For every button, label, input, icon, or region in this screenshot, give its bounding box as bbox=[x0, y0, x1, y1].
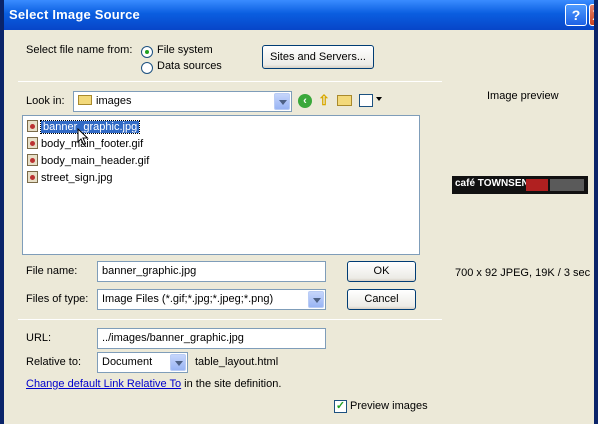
cancel-button[interactable]: Cancel bbox=[347, 289, 416, 310]
new-folder-icon[interactable] bbox=[337, 95, 352, 106]
select-image-source-dialog: Select Image Source ? X Select file name… bbox=[0, 0, 598, 424]
banner-preview-image: café TOWNSEND bbox=[452, 176, 588, 194]
image-file-icon bbox=[27, 137, 38, 149]
view-menu-icon[interactable] bbox=[359, 94, 373, 107]
url-input[interactable]: ../images/banner_graphic.jpg bbox=[97, 328, 326, 349]
image-file-icon bbox=[27, 171, 38, 183]
look-in-dropdown-arrow[interactable] bbox=[274, 93, 290, 110]
banner-logo-text: café TOWNSEND bbox=[455, 178, 536, 189]
change-default-link[interactable]: Change default Link Relative To bbox=[26, 378, 181, 390]
file-system-label[interactable]: File system bbox=[157, 44, 213, 56]
ok-button[interactable]: OK bbox=[347, 261, 416, 282]
view-menu-arrow-icon[interactable] bbox=[376, 97, 382, 101]
back-icon[interactable]: ‹ bbox=[298, 94, 312, 108]
files-of-type-label: Files of type: bbox=[26, 293, 89, 305]
separator-bottom bbox=[18, 319, 442, 320]
look-in-label: Look in: bbox=[26, 95, 65, 107]
data-sources-label[interactable]: Data sources bbox=[157, 60, 222, 72]
file-item-label: body_main_header.gif bbox=[41, 155, 150, 167]
title-bar: Select Image Source ? X bbox=[4, 0, 594, 30]
files-of-type-value: Image Files (*.gif;*.jpg;*.jpeg;*.png) bbox=[102, 293, 274, 305]
image-file-icon bbox=[27, 154, 38, 166]
folder-icon bbox=[78, 95, 92, 105]
change-link-row: Change default Link Relative To in the s… bbox=[26, 378, 281, 390]
file-name-input[interactable]: banner_graphic.jpg bbox=[97, 261, 326, 282]
look-in-value: images bbox=[96, 95, 132, 107]
help-button[interactable]: ? bbox=[565, 4, 587, 26]
close-button[interactable]: X bbox=[589, 4, 594, 26]
mouse-cursor-icon bbox=[77, 128, 89, 146]
file-item-label: body_main_footer.gif bbox=[41, 138, 144, 150]
change-link-suffix: in the site definition. bbox=[181, 378, 282, 390]
preview-images-checkbox[interactable]: ✓ bbox=[334, 400, 347, 413]
relative-to-value: Document bbox=[102, 356, 153, 368]
preview-images-label[interactable]: Preview images bbox=[350, 400, 428, 412]
image-preview-title: Image preview bbox=[487, 90, 559, 102]
files-of-type-select[interactable]: Image Files (*.gif;*.jpg;*.jpeg;*.png) bbox=[97, 289, 326, 310]
files-of-type-dropdown-arrow[interactable] bbox=[308, 291, 324, 308]
relative-to-label: Relative to: bbox=[26, 356, 82, 368]
relative-to-select[interactable]: Document bbox=[97, 352, 188, 373]
banner-photo-block bbox=[526, 179, 548, 191]
look-in-combo[interactable]: images bbox=[73, 91, 292, 112]
file-list[interactable]: banner_graphic.jpg body_main_footer.gif … bbox=[22, 115, 420, 255]
document-name: table_layout.html bbox=[195, 356, 279, 368]
data-sources-radio[interactable] bbox=[141, 62, 153, 74]
file-system-radio[interactable] bbox=[141, 46, 153, 58]
up-folder-icon[interactable]: ⇧ bbox=[317, 92, 331, 108]
url-label: URL: bbox=[26, 332, 52, 344]
sites-and-servers-button[interactable]: Sites and Servers... bbox=[262, 45, 374, 69]
banner-photo-block-2 bbox=[550, 179, 584, 191]
image-preview-pane: Image preview café TOWNSEND 700 x 92 JPE… bbox=[449, 81, 591, 424]
file-item[interactable]: street_sign.jpg bbox=[27, 170, 113, 186]
dialog-title: Select Image Source bbox=[9, 7, 140, 22]
relative-to-dropdown-arrow[interactable] bbox=[170, 354, 186, 371]
file-item-label: street_sign.jpg bbox=[41, 172, 113, 184]
separator-top bbox=[18, 81, 442, 82]
image-file-icon bbox=[27, 120, 38, 132]
select-from-label: Select file name from: bbox=[26, 44, 133, 56]
file-item[interactable]: body_main_header.gif bbox=[27, 153, 149, 169]
file-name-label: File name: bbox=[26, 265, 78, 277]
file-item-label: banner_graphic.jpg bbox=[39, 120, 141, 134]
image-info-text: 700 x 92 JPEG, 19K / 3 sec bbox=[455, 267, 591, 279]
